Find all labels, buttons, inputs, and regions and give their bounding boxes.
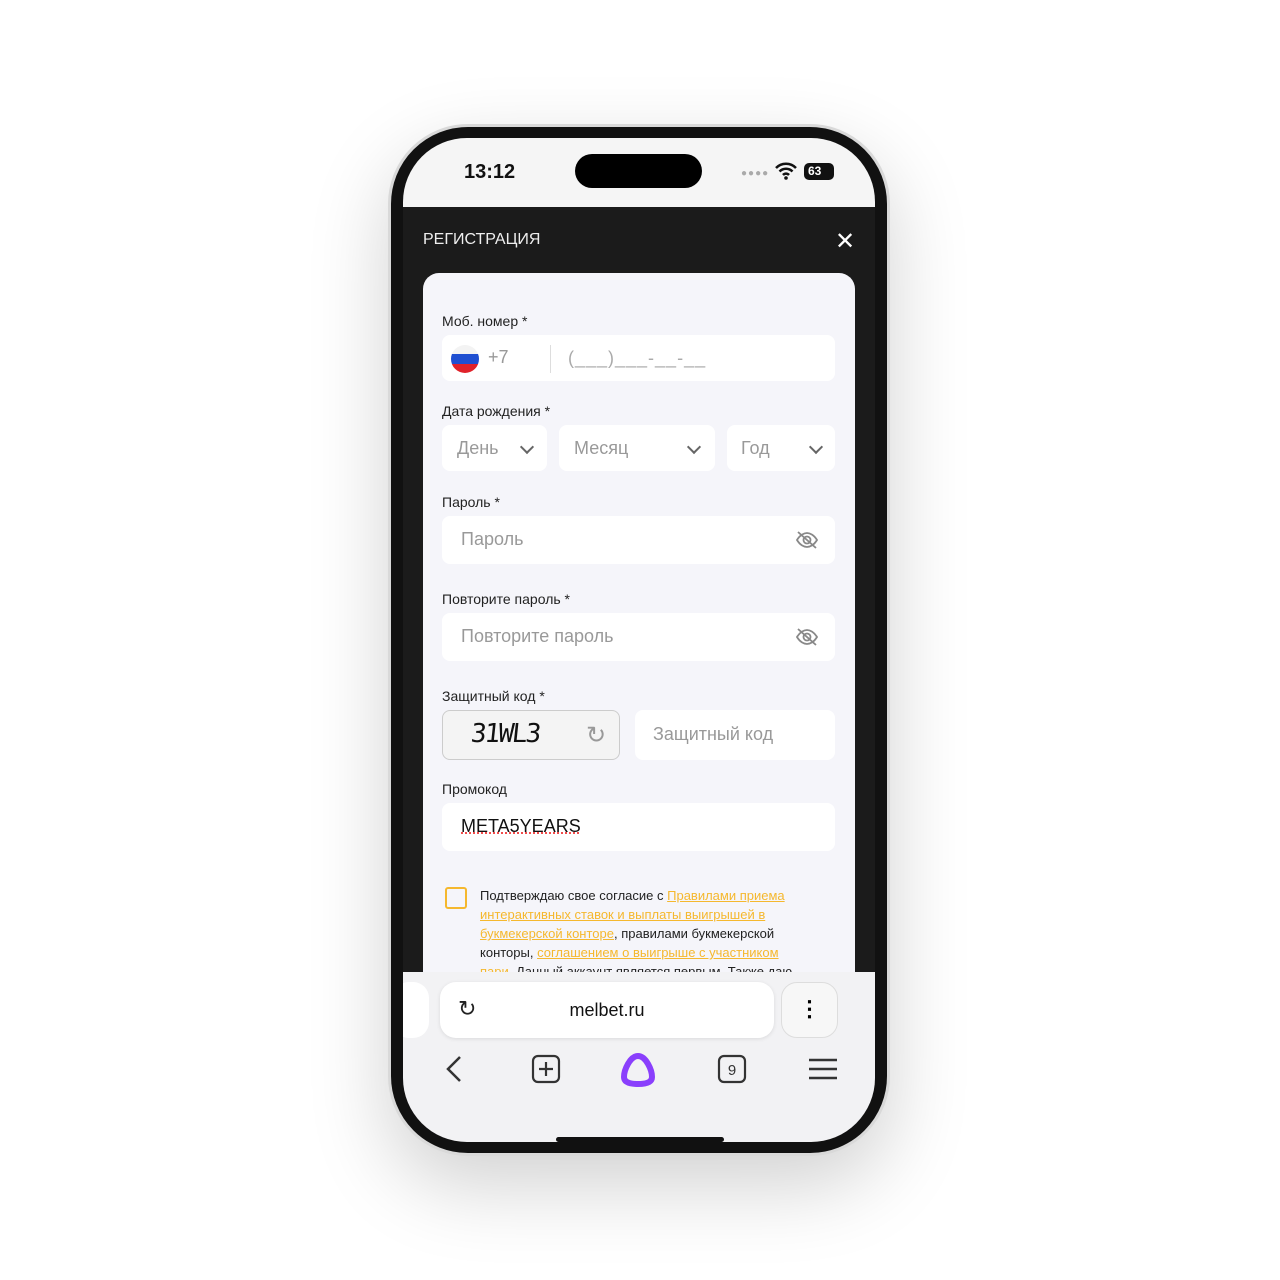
browser-toolbar: ↻ melbet.ru ⋮ 9 — [403, 972, 875, 1142]
phone-label: Моб. номер * — [442, 313, 528, 329]
eye-off-icon[interactable] — [795, 530, 819, 550]
chevron-down-icon — [519, 439, 535, 455]
day-select[interactable]: День — [442, 425, 547, 471]
hamburger-menu-icon[interactable] — [807, 1054, 839, 1084]
previous-tab-card[interactable] — [403, 982, 429, 1038]
month-select[interactable]: Месяц — [559, 425, 715, 471]
home-indicator[interactable] — [556, 1137, 724, 1142]
password-input[interactable]: Пароль — [442, 516, 835, 564]
registration-form: Моб. номер * +7 (___)___-__-__ Дата рожд… — [423, 273, 855, 993]
eye-off-icon[interactable] — [795, 627, 819, 647]
signal-icon: ●●●● — [741, 168, 770, 179]
birth-label: Дата рождения * — [442, 403, 551, 419]
tabs-icon[interactable]: 9 — [717, 1054, 747, 1084]
phone-placeholder: (___)___-__-__ — [568, 348, 707, 368]
chevron-down-icon — [686, 439, 702, 455]
close-icon[interactable]: ✕ — [835, 227, 855, 256]
status-bar: 13:12 ●●●● 63 — [403, 138, 875, 207]
status-time: 13:12 — [464, 161, 516, 183]
refresh-icon[interactable]: ↻ — [586, 721, 606, 750]
chevron-down-icon — [808, 439, 824, 455]
captcha-image: 31WL3 ↻ — [442, 710, 620, 760]
russia-flag-icon[interactable] — [450, 344, 480, 374]
dynamic-island — [575, 154, 702, 188]
alice-assistant-icon[interactable] — [619, 1052, 657, 1088]
svg-text:9: 9 — [728, 1062, 736, 1079]
promo-input[interactable]: META5YEARS — [442, 803, 835, 851]
phone-input[interactable]: +7 (___)___-__-__ — [442, 335, 835, 381]
country-code: +7 — [488, 347, 509, 367]
repeat-password-input[interactable]: Повторите пароль — [442, 613, 835, 661]
password-label: Пароль * — [442, 494, 500, 510]
new-tab-icon[interactable] — [531, 1054, 561, 1084]
more-menu-icon[interactable]: ⋮ — [781, 982, 838, 1038]
url-text: melbet.ru — [569, 1000, 645, 1020]
phone-screen: 13:12 ●●●● 63 РЕГИСТРАЦИЯ ✕ Моб. номер *… — [403, 138, 875, 1142]
terms-checkbox[interactable] — [445, 887, 467, 909]
wifi-icon — [775, 162, 797, 180]
terms-text: Подтверждаю свое согласие с Правилами пр… — [480, 886, 810, 981]
promo-label: Промокод — [442, 781, 507, 797]
repeat-password-label: Повторите пароль * — [442, 591, 570, 607]
year-select[interactable]: Год — [727, 425, 835, 471]
captcha-input[interactable]: Защитный код — [635, 710, 835, 760]
captcha-label: Защитный код * — [442, 688, 545, 704]
modal-header: РЕГИСТРАЦИЯ ✕ — [403, 207, 875, 273]
address-bar[interactable]: ↻ melbet.ru — [440, 982, 774, 1038]
battery-icon: 63 — [804, 163, 834, 180]
page-title: РЕГИСТРАЦИЯ — [423, 231, 541, 248]
back-icon[interactable] — [443, 1054, 467, 1084]
